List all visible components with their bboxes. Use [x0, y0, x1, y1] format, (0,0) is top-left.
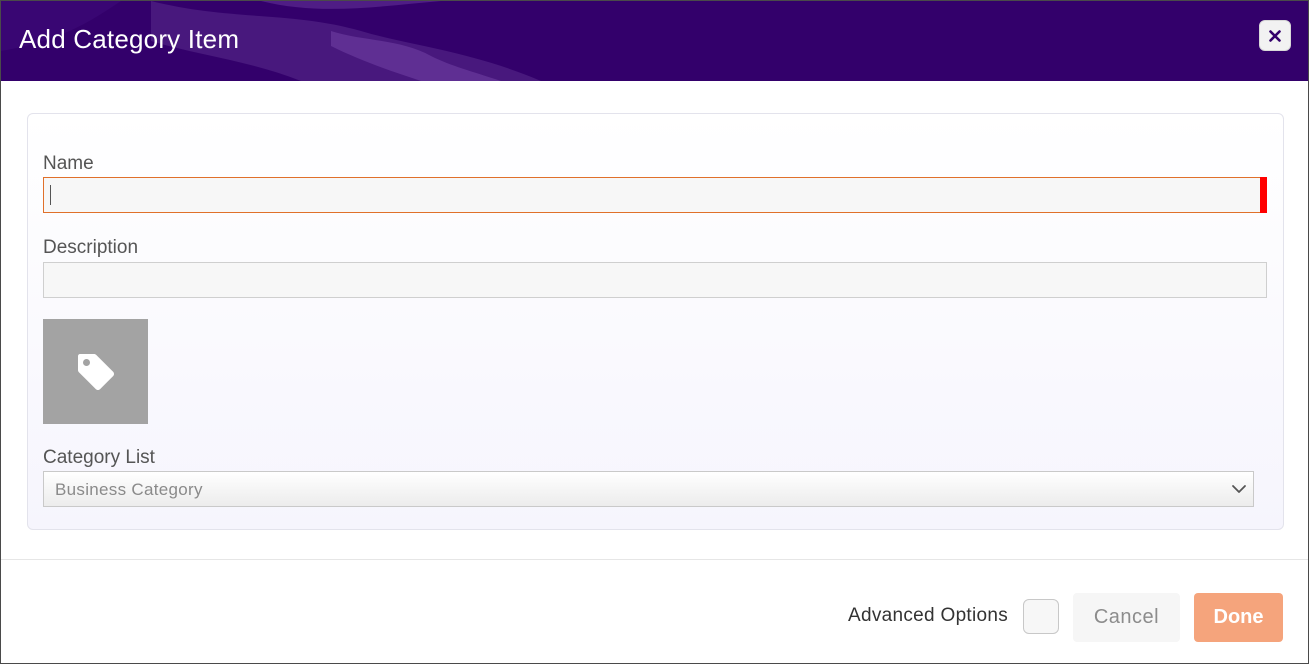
category-list-label: Category List: [43, 447, 155, 468]
done-button[interactable]: Done: [1194, 593, 1283, 642]
advanced-options-label: Advanced Options: [848, 605, 1009, 626]
cancel-button[interactable]: Cancel: [1073, 593, 1180, 642]
description-label: Description: [43, 237, 139, 258]
add-category-item-dialog: Add Category Item Name Description Categ…: [0, 0, 1309, 664]
tag-icon: [77, 353, 114, 390]
close-button[interactable]: [1259, 20, 1291, 51]
icon-picker-tile[interactable]: [43, 319, 148, 424]
footer-divider: [1, 559, 1308, 560]
name-input[interactable]: [43, 177, 1267, 213]
category-list-selected-value: Business Category: [55, 480, 203, 499]
required-marker: [1260, 177, 1267, 213]
text-caret: [50, 185, 51, 205]
form-panel: Name Description Category List Business …: [27, 113, 1284, 530]
dialog-title: Add Category Item: [19, 24, 240, 54]
chevron-down-icon: [1232, 485, 1246, 493]
advanced-options-checkbox[interactable]: [1023, 599, 1059, 634]
category-list-select[interactable]: Business Category: [43, 471, 1254, 507]
description-input[interactable]: [43, 262, 1267, 298]
dialog-header: Add Category Item: [1, 1, 1308, 81]
name-label: Name: [43, 153, 94, 174]
close-icon: [1269, 29, 1281, 42]
